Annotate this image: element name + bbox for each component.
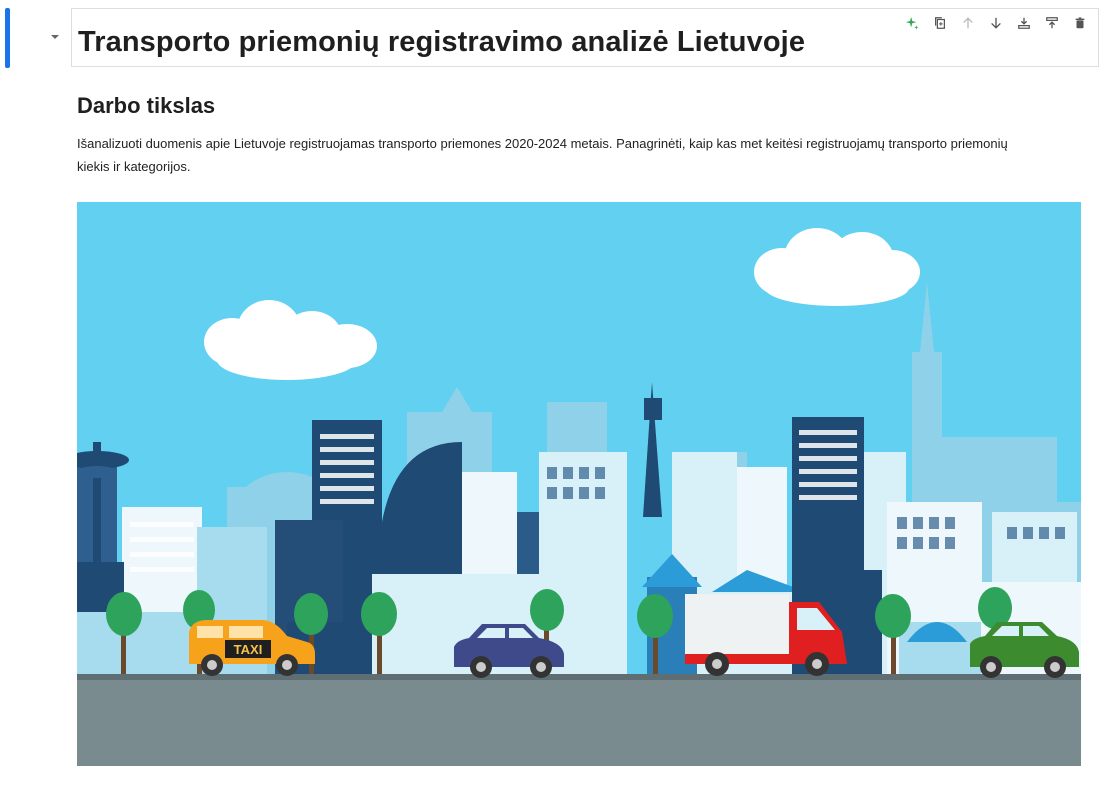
cell-toolbar bbox=[898, 12, 1094, 34]
merge-cell-button[interactable] bbox=[1038, 12, 1066, 34]
curb bbox=[77, 674, 1081, 680]
move-up-icon bbox=[963, 17, 973, 29]
ai-assist-button[interactable] bbox=[898, 12, 926, 34]
section-heading: Darbo tikslas bbox=[77, 93, 216, 118]
city-traffic-illustration: TAXI bbox=[77, 202, 1081, 766]
insert-cell-below-button[interactable] bbox=[1010, 12, 1038, 34]
duplicate-icon bbox=[935, 17, 945, 29]
taxi-sign-text: TAXI bbox=[234, 642, 263, 657]
move-down-icon bbox=[991, 17, 1001, 29]
move-cell-up-button[interactable] bbox=[954, 12, 982, 34]
road bbox=[77, 680, 1081, 766]
duplicate-cell-button[interactable] bbox=[926, 12, 954, 34]
move-cell-down-button[interactable] bbox=[982, 12, 1010, 34]
heading-cell[interactable]: Transporto priemonių registravimo analiz… bbox=[71, 8, 1099, 67]
delete-icon bbox=[1075, 17, 1085, 29]
caret-down-icon bbox=[51, 35, 59, 39]
collapse-section-toggle[interactable] bbox=[48, 30, 62, 44]
merge-icon bbox=[1046, 17, 1058, 29]
objective-paragraph: Išanalizuoti duomenis apie Lietuvoje reg… bbox=[77, 136, 1008, 174]
page-title: Transporto priemonių registravimo analiz… bbox=[78, 26, 806, 58]
insert-below-icon bbox=[1018, 17, 1030, 29]
delete-cell-button[interactable] bbox=[1066, 12, 1094, 34]
active-cell-indicator bbox=[5, 8, 10, 68]
markdown-cell[interactable]: Darbo tikslas Išanalizuoti duomenis apie… bbox=[77, 88, 1081, 178]
sparkle-ai-icon bbox=[905, 16, 919, 30]
